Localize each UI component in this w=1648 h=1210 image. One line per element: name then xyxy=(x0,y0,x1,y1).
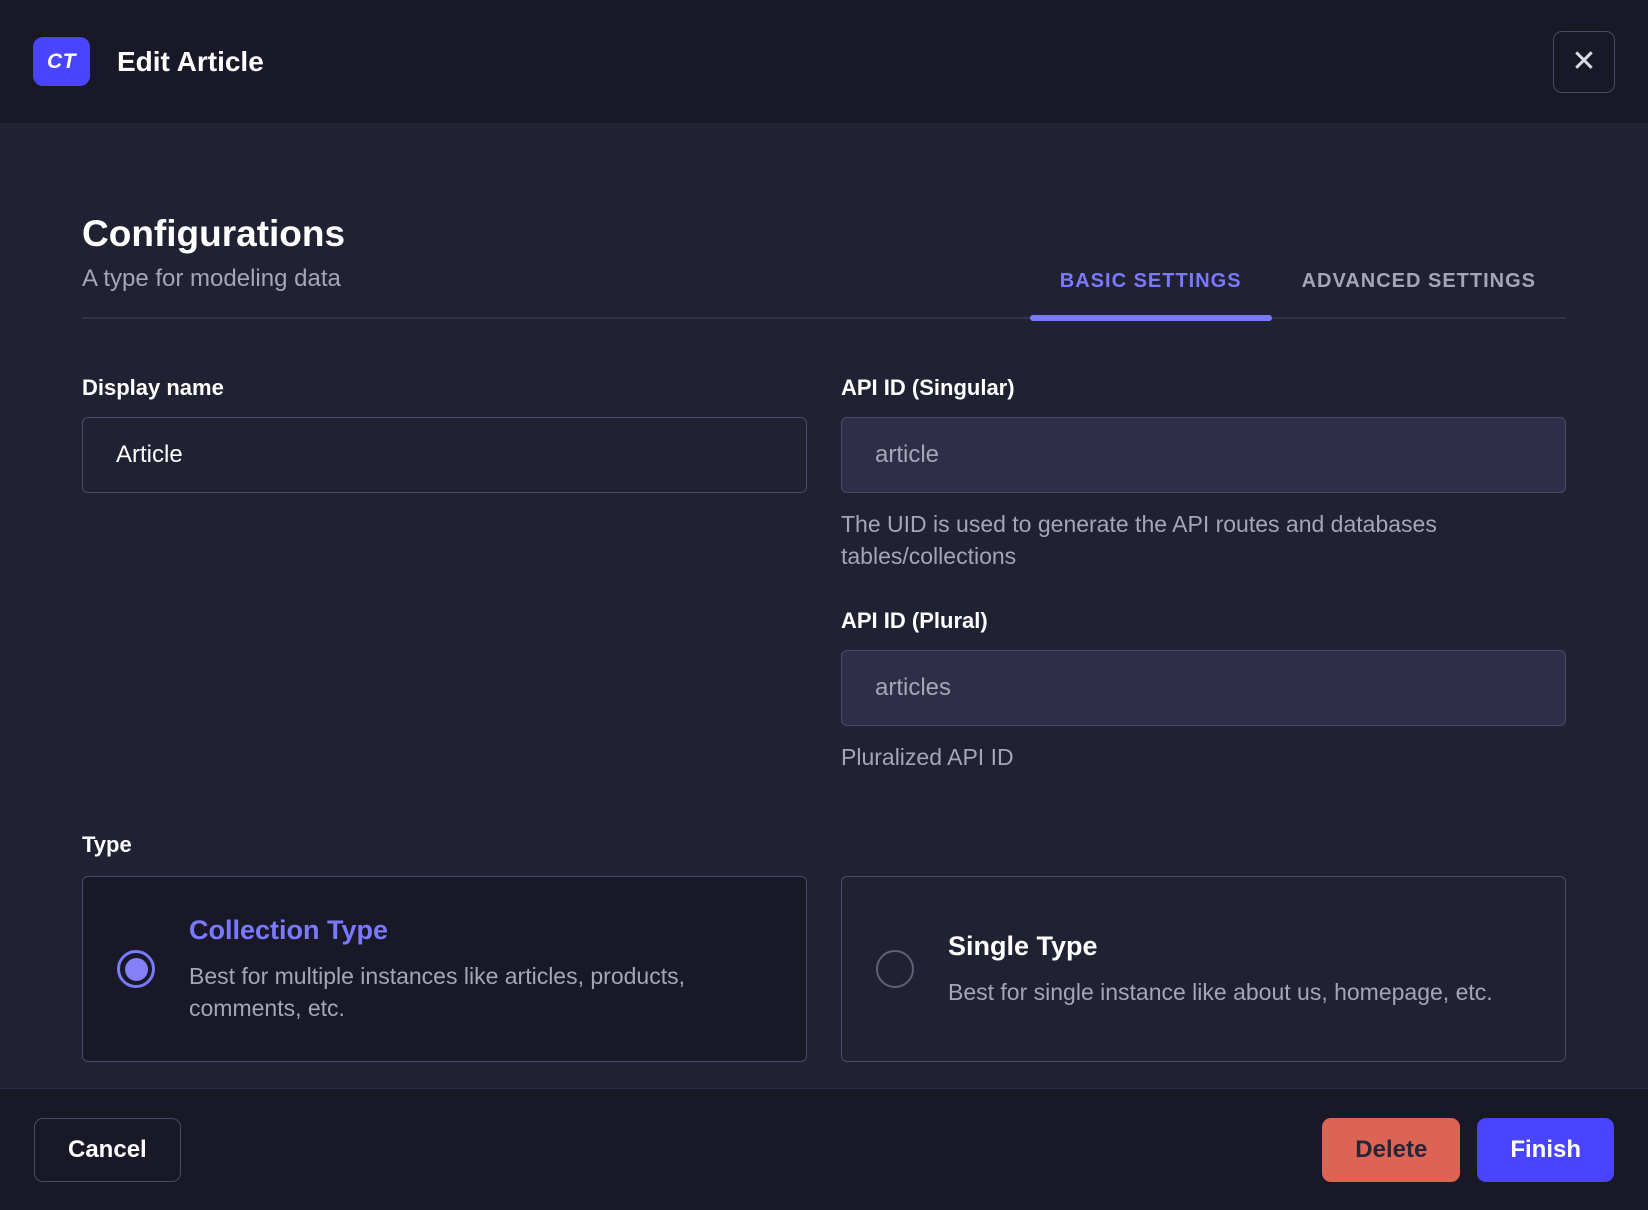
tab-advanced-settings[interactable]: ADVANCED SETTINGS xyxy=(1272,250,1566,317)
api-id-plural-field-group: API ID (Plural) Pluralized API ID xyxy=(841,608,1566,774)
modal-body: Configurations A type for modeling data … xyxy=(0,123,1648,1088)
api-id-singular-field-group: API ID (Singular) The UID is used to gen… xyxy=(841,375,1566,572)
close-button[interactable]: ✕ xyxy=(1553,30,1615,93)
radio-collection-type[interactable] xyxy=(117,950,155,989)
collection-type-text: Collection Type Best for multiple instan… xyxy=(189,915,749,1024)
api-id-singular-label: API ID (Singular) xyxy=(841,375,1015,400)
type-label: Type xyxy=(82,832,132,858)
api-id-plural-label: API ID (Plural) xyxy=(841,608,988,634)
finish-button[interactable]: Finish xyxy=(1477,1117,1614,1182)
single-type-title: Single Type xyxy=(948,930,1098,961)
modal-title: Edit Article xyxy=(117,45,264,77)
display-name-input[interactable] xyxy=(82,417,807,493)
display-name-field-group: Display name xyxy=(82,375,807,774)
type-options: Collection Type Best for multiple instan… xyxy=(82,876,1566,1063)
content-type-badge-icon: CT xyxy=(33,37,90,86)
collection-type-title: Collection Type xyxy=(189,914,389,945)
api-id-plural-input[interactable] xyxy=(841,650,1566,727)
page-subtitle: A type for modeling data xyxy=(82,265,341,292)
settings-tabs: BASIC SETTINGS ADVANCED SETTINGS xyxy=(1029,250,1566,321)
page-title: Configurations xyxy=(82,213,346,254)
api-id-singular-helper: The UID is used to generate the API rout… xyxy=(841,511,1437,569)
radio-single-type[interactable] xyxy=(876,950,914,989)
config-form: Display name API ID (Singular) The UID i… xyxy=(82,375,1566,774)
single-type-card[interactable]: Single Type Best for single instance lik… xyxy=(841,876,1566,1063)
single-type-text: Single Type Best for single instance lik… xyxy=(948,931,1493,1008)
close-icon: ✕ xyxy=(1571,44,1597,78)
api-id-singular-input[interactable] xyxy=(841,417,1566,493)
api-id-column: API ID (Singular) The UID is used to gen… xyxy=(841,375,1566,774)
tab-basic-settings[interactable]: BASIC SETTINGS xyxy=(1029,250,1272,321)
collection-type-description: Best for multiple instances like article… xyxy=(189,962,685,1021)
cancel-button[interactable]: Cancel xyxy=(34,1117,181,1182)
delete-button[interactable]: Delete xyxy=(1322,1117,1461,1182)
collection-type-card[interactable]: Collection Type Best for multiple instan… xyxy=(82,876,807,1063)
edit-content-type-modal: CT Edit Article ✕ Configurations A type … xyxy=(0,0,1648,1210)
api-id-plural-helper: Pluralized API ID xyxy=(841,744,1014,771)
display-name-label: Display name xyxy=(82,375,224,400)
single-type-description: Best for single instance like about us, … xyxy=(948,978,1493,1005)
config-titles: Configurations A type for modeling data xyxy=(82,213,345,317)
config-header: Configurations A type for modeling data … xyxy=(82,213,1566,321)
modal-header: CT Edit Article ✕ xyxy=(0,0,1648,123)
radio-selected-dot xyxy=(124,957,148,981)
modal-footer: Cancel Delete Finish xyxy=(0,1088,1648,1210)
